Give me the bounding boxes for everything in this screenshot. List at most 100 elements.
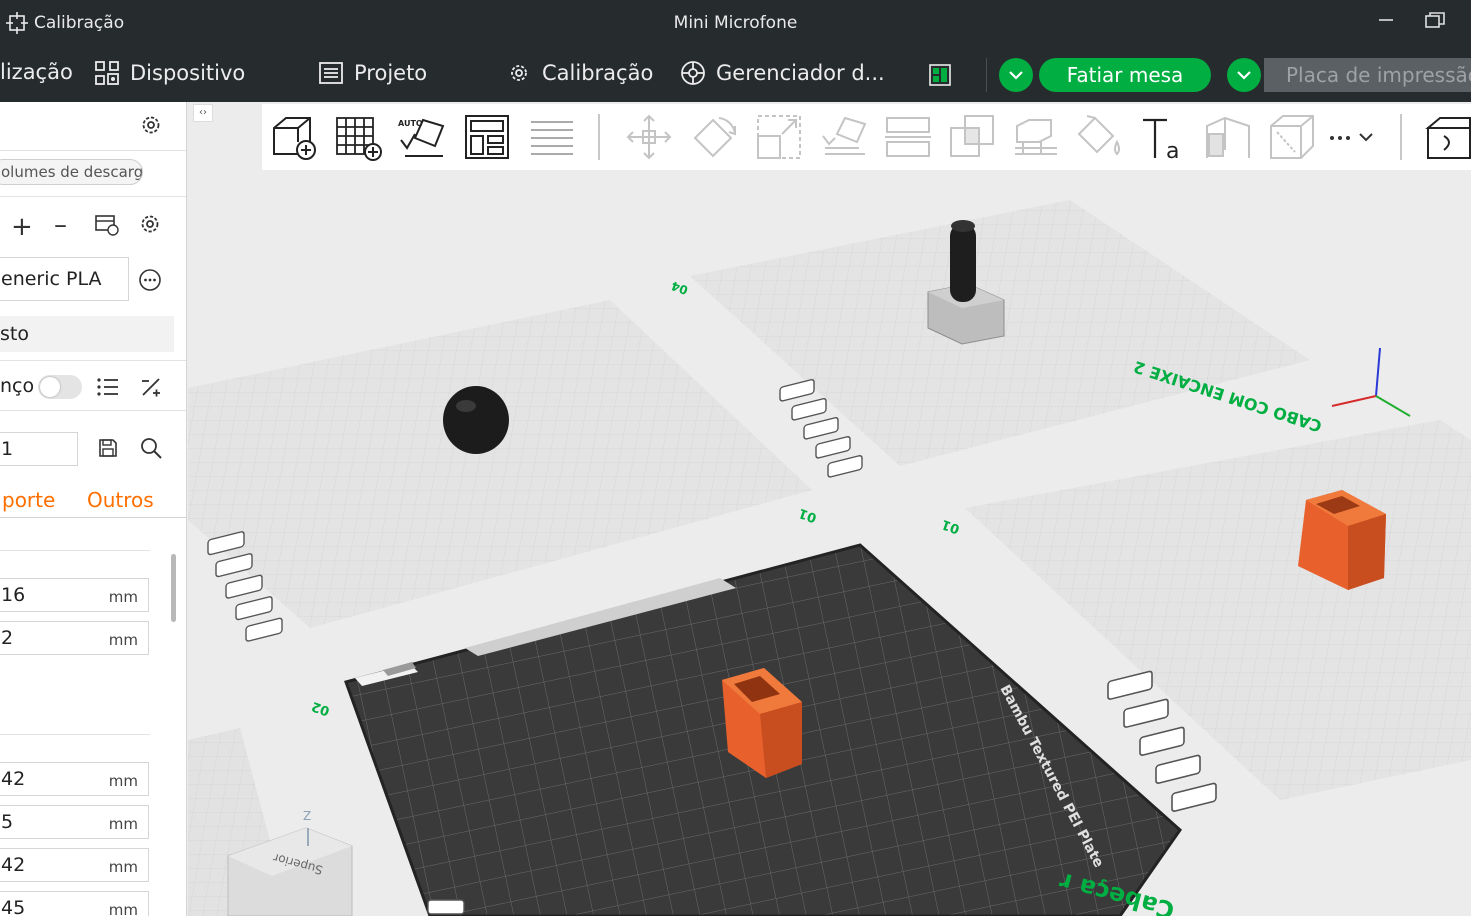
param-value: 42 <box>1 854 26 876</box>
manager-icon <box>681 61 705 85</box>
more-options-icon[interactable] <box>138 268 162 292</box>
cut-icon[interactable] <box>883 112 933 162</box>
add-plate-icon[interactable] <box>333 112 383 162</box>
param-unit: mm <box>108 815 138 833</box>
nav-device[interactable]: Dispositivo <box>94 60 245 86</box>
nav-manager[interactable]: Gerenciador d... <box>680 60 885 86</box>
advanced-toggle[interactable] <box>38 375 82 399</box>
minimize-icon[interactable] <box>1376 10 1396 35</box>
nav-preview[interactable]: lização <box>0 60 73 84</box>
chevron-down-icon <box>1009 71 1023 80</box>
tab-others[interactable]: Outros <box>87 488 154 512</box>
nav-bar: lização Dispositivo Projeto Calibração G… <box>0 48 1471 102</box>
separator <box>0 410 186 411</box>
toolbar: AUTO a <box>262 104 1471 170</box>
param-field[interactable]: 2 mm <box>0 621 149 655</box>
param-value: 2 <box>1 627 14 649</box>
filament-settings-icon[interactable] <box>139 213 161 235</box>
compare-icon[interactable] <box>139 375 163 399</box>
text-icon[interactable]: a <box>1139 112 1189 162</box>
search-icon[interactable] <box>139 436 163 460</box>
boolean-icon[interactable] <box>947 112 997 162</box>
nav-project-label: Projeto <box>354 61 428 85</box>
assembly-icon[interactable] <box>1424 112 1471 162</box>
sidebar-scrollbar[interactable] <box>171 554 176 622</box>
nav-calibration[interactable]: Calibração <box>506 60 653 86</box>
nav-preview-label: lização <box>0 60 73 84</box>
multi-device-icon[interactable] <box>928 63 952 87</box>
save-icon[interactable] <box>97 437 119 459</box>
list-icon[interactable] <box>96 377 120 397</box>
scene-canvas: 04 01 02 CABO COM ENCAIXE 2 Cabeça r Bam… <box>188 170 1471 916</box>
param-value: 42 <box>1 768 26 790</box>
nav-device-label: Dispositivo <box>130 61 246 85</box>
move-icon[interactable] <box>624 112 674 162</box>
separator <box>0 360 186 361</box>
svg-text:a: a <box>1166 139 1179 162</box>
sidebar: olumes de descarga + – eneric PLA sto nç… <box>0 102 187 916</box>
nav-project[interactable]: Projeto <box>318 60 427 86</box>
nav-manager-label: Gerenciador d... <box>716 61 885 85</box>
slice-plate-button[interactable]: Fatiar mesa <box>1039 58 1211 92</box>
print-dropdown-button[interactable] <box>1227 58 1261 92</box>
process-select[interactable]: sto <box>0 316 174 352</box>
arrange-icon[interactable] <box>462 112 512 162</box>
restore-icon[interactable] <box>1424 10 1446 37</box>
separator <box>0 196 186 197</box>
nav-calibration-label: Calibração <box>542 61 654 85</box>
separator <box>0 150 186 151</box>
paint-color-icon[interactable] <box>1075 112 1125 162</box>
param-unit: mm <box>108 588 138 606</box>
flush-volumes-chip[interactable]: olumes de descarga <box>0 159 143 185</box>
param-field[interactable]: 42 mm <box>0 848 149 882</box>
auto-orient-icon[interactable]: AUTO <box>397 112 447 162</box>
add-filament-icon[interactable]: + <box>11 212 33 242</box>
toolbar-divider <box>598 114 600 160</box>
chevron-down-icon <box>1237 71 1251 80</box>
param-field[interactable]: 45 mm <box>0 891 149 916</box>
param-unit: mm <box>108 901 138 916</box>
3d-viewport[interactable]: 04 01 02 CABO COM ENCAIXE 2 Cabeça r Bam… <box>188 170 1471 916</box>
emboss-icon[interactable] <box>1203 112 1253 162</box>
sidebar-collapse-icon[interactable]: ‹› <box>193 104 213 122</box>
print-plate-button[interactable]: Placa de impressão <box>1264 58 1471 92</box>
remove-filament-icon[interactable]: – <box>54 210 67 240</box>
measure-icon[interactable] <box>1267 112 1317 162</box>
window-title: Mini Microfone <box>673 13 798 33</box>
param-value: 5 <box>1 811 14 833</box>
project-icon <box>319 62 343 84</box>
param-value: 16 <box>1 584 26 606</box>
rotate-icon[interactable] <box>689 112 739 162</box>
preset-search-input[interactable]: 1 <box>0 432 78 466</box>
param-unit: mm <box>108 631 138 649</box>
printer-settings-icon[interactable] <box>140 114 162 136</box>
filament-sync-icon[interactable] <box>94 213 120 237</box>
param-field[interactable]: 5 mm <box>0 805 149 839</box>
param-field[interactable]: 42 mm <box>0 762 149 796</box>
slice-group: Fatiar mesa <box>999 58 1261 92</box>
param-unit: mm <box>108 772 138 790</box>
lay-on-face-icon[interactable] <box>819 112 869 162</box>
add-object-icon[interactable] <box>268 112 318 162</box>
process-select-value: sto <box>0 323 29 345</box>
toolbar-divider <box>1400 114 1402 160</box>
plate-icon[interactable] <box>427 899 465 915</box>
param-value: 45 <box>1 897 26 916</box>
slice-dropdown-button[interactable] <box>999 58 1033 92</box>
filament-select-value: eneric PLA <box>1 268 102 290</box>
param-unit: mm <box>108 858 138 876</box>
preset-search-value: 1 <box>1 438 14 460</box>
tab-support[interactable]: porte <box>2 488 55 512</box>
scale-icon[interactable] <box>754 112 804 162</box>
axis-z-label: Z <box>303 809 311 823</box>
device-icon <box>95 61 119 85</box>
more-icon[interactable] <box>1326 112 1382 162</box>
calibration-gear-icon <box>511 65 527 81</box>
layers-icon[interactable] <box>527 112 577 162</box>
filament-select[interactable]: eneric PLA <box>0 257 129 301</box>
separator <box>0 550 150 551</box>
title-bar: Calibração Mini Microfone <box>0 0 1471 48</box>
black-sphere-object[interactable] <box>443 386 509 454</box>
param-field[interactable]: 16 mm <box>0 578 149 612</box>
paint-support-icon[interactable] <box>1011 112 1061 162</box>
